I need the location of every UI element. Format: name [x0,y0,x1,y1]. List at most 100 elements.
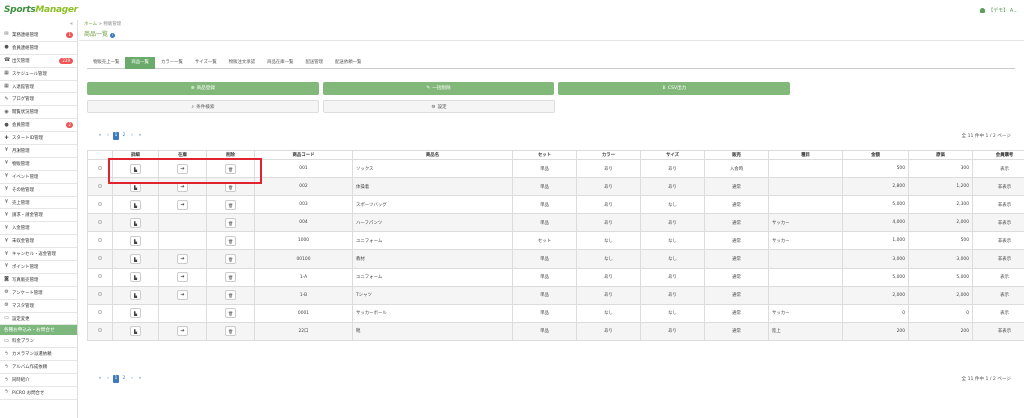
cost: 300 [908,158,973,179]
trash-icon[interactable]: 🗑 [225,326,236,337]
sidebar-item[interactable]: ϟ アルバム作成依頼 [0,361,77,375]
arrow-right-icon[interactable]: ➔ [177,290,188,301]
row-radio[interactable] [98,183,102,188]
row-radio[interactable] [98,237,102,242]
pager-prev-button[interactable]: ‹ [105,375,111,383]
bulk-delete-button[interactable]: ✎ 一括削除 [322,82,555,95]
sidebar-collapse-button[interactable]: « [0,20,77,29]
sidebar-item[interactable]: ¥ 月謝管理 [0,145,77,158]
file-icon[interactable]: ▙ [130,199,141,210]
trash-icon[interactable]: 🗑 [225,163,236,174]
file-icon[interactable]: ▙ [130,272,141,283]
arrow-right-icon[interactable]: ➔ [177,254,188,265]
pager-last-button[interactable]: » [137,375,143,383]
tab-item[interactable]: サイズ一覧 [189,57,223,69]
row-radio[interactable] [98,328,102,333]
product-register-button[interactable]: ⊕ 商品登録 [87,82,319,95]
envelope-icon: ✉ [4,31,9,38]
sidebar-item[interactable]: ✉ 業務連絡管理 1 [0,29,77,42]
monitor-icon: ▭ [4,315,9,322]
trash-icon[interactable]: 🗑 [225,272,236,283]
sidebar-item[interactable]: ϟ PiCRO お問合せ [0,387,77,400]
trash-icon[interactable]: 🗑 [225,235,236,246]
sidebar-item[interactable]: ϟ 同時紹介 [0,374,77,388]
pager-first-button[interactable]: « [97,132,103,140]
breadcrumb-home[interactable]: ホーム [84,22,97,27]
file-icon[interactable]: ▙ [130,290,141,301]
file-icon[interactable]: ▙ [130,254,141,265]
pager-page-button[interactable]: 1 [113,131,119,140]
row-radio[interactable] [98,274,102,279]
sidebar-item[interactable]: ⚙ アンケート管理 [0,287,77,300]
trash-icon[interactable]: 🗑 [225,308,236,319]
sidebar-item[interactable]: ✎ ブログ管理 [0,93,77,107]
settings-button[interactable]: ⚙ 設定 [323,100,555,113]
sidebar-item[interactable]: ✚ スタートID管理 [0,132,77,146]
sidebar-item[interactable]: ¥ 物販管理 [0,158,77,171]
arrow-right-icon[interactable]: ➔ [177,181,188,192]
tab-item[interactable]: 配送管理 [299,57,329,69]
app-logo[interactable]: SportsManager [4,5,78,15]
arrow-right-icon[interactable]: ➔ [177,163,188,174]
sidebar-item[interactable]: ¥ 請求・請金管理 [0,209,77,223]
user-icon: ● [4,121,9,128]
row-radio[interactable] [98,310,102,315]
trash-icon[interactable]: 🗑 [225,181,236,192]
tab-item[interactable]: 商品一覧 [125,57,155,69]
row-radio[interactable] [98,256,102,261]
sidebar-item[interactable]: ¥ 未収金管理 [0,235,77,249]
sidebar-item[interactable]: ϟ カメラマン派遣依頼 [0,348,77,362]
pager-page-button[interactable]: 2 [121,132,127,140]
info-icon[interactable]: i [110,33,116,38]
sidebar-item[interactable]: ◉ 閲覧状況管理 [0,106,77,120]
sidebar-item[interactable]: ¥ イベント管理 [0,171,77,184]
file-icon[interactable]: ▙ [130,235,141,246]
sidebar-item[interactable]: ☎ 出欠管理 239 [0,55,77,68]
color-flag: あり [576,177,641,197]
file-icon[interactable]: ▙ [130,163,141,174]
pager-page-button[interactable]: 1 [113,374,119,383]
sidebar-item[interactable]: ¥ 入金管理 [0,222,77,236]
trash-icon[interactable]: 🗑 [225,199,236,210]
user-menu[interactable]: 【デモ】 A... [980,7,1018,14]
sidebar-item[interactable]: ▦ スケジュール管理 [0,68,77,81]
sidebar-item[interactable]: ● 会員連絡管理 [0,42,77,55]
arrow-right-icon[interactable]: ➔ [177,326,188,337]
sidebar-item[interactable]: ◙ 写真販売管理 [0,274,77,287]
row-radio[interactable] [98,165,102,170]
sidebar-item[interactable]: ▭ 設定変更 [0,313,77,326]
file-icon[interactable]: ▙ [130,181,141,192]
csv-export-button[interactable]: ⬇ CSV出力 [558,82,791,95]
arrow-right-icon[interactable]: ➔ [177,272,188,283]
sidebar-item[interactable]: ⚙ マスタ管理 [0,300,77,313]
trash-icon[interactable]: 🗑 [225,217,236,228]
pager-last-button[interactable]: » [137,132,143,140]
file-icon[interactable]: ▙ [130,308,141,319]
sidebar-item[interactable]: ¥ キャンセル・返金管理 [0,248,77,262]
sidebar-item[interactable]: ¥ 売上管理 [0,197,77,210]
tab-item[interactable]: 物販売上一覧 [87,57,125,69]
sidebar-item[interactable]: ● 会員管理 2 [0,119,77,133]
sidebar-item[interactable]: ¥ その他管理 [0,184,77,197]
tab-item[interactable]: 商品在庫一覧 [261,57,299,69]
pager-next-button[interactable]: › [129,132,135,140]
sidebar-item[interactable]: ¥ ポイント管理 [0,261,77,274]
pager-first-button[interactable]: « [97,375,103,383]
trash-icon[interactable]: 🗑 [225,254,236,265]
tab-item[interactable]: 物販注文承認 [223,57,261,69]
pager-page-button[interactable]: 2 [121,375,127,383]
row-radio[interactable] [98,292,102,297]
sidebar-item[interactable]: ▦ 入退館管理 [0,81,77,94]
arrow-right-icon[interactable]: ➔ [177,199,188,210]
condition-search-button[interactable]: ⌕ 条件検索 [87,100,319,113]
file-icon[interactable]: ▙ [130,217,141,228]
pager-prev-button[interactable]: ‹ [105,132,111,140]
tab-item[interactable]: カラー一覧 [155,57,189,69]
tab-item[interactable]: 配送依頼一覧 [329,57,367,69]
row-radio[interactable] [98,201,102,206]
trash-icon[interactable]: 🗑 [225,290,236,301]
pager-next-button[interactable]: › [129,375,135,383]
file-icon[interactable]: ▙ [130,326,141,337]
sidebar-item[interactable]: ▭ 料金プラン [0,335,77,349]
row-radio[interactable] [98,219,102,224]
